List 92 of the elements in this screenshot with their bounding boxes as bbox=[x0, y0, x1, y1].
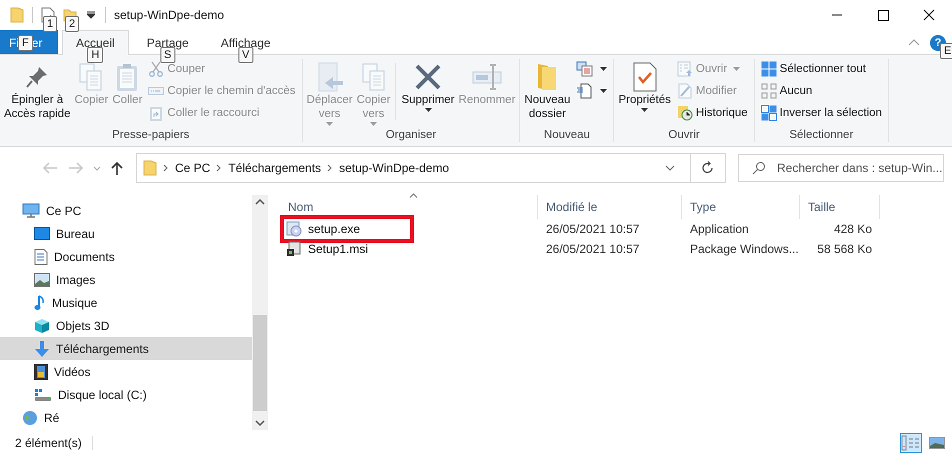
scissors-icon bbox=[148, 61, 164, 77]
search-field[interactable]: Rechercher dans : setup-Win... bbox=[738, 154, 944, 182]
window-title: setup-WinDpe-demo bbox=[114, 8, 224, 22]
checkmark-document-icon bbox=[632, 62, 658, 92]
keytip: 2 bbox=[65, 16, 80, 32]
navigation-item[interactable]: Objets 3D bbox=[0, 314, 252, 337]
documents-icon bbox=[78, 62, 104, 92]
navigation-item[interactable]: Documents bbox=[0, 245, 252, 268]
navigation-item[interactable]: Disque local (C:) bbox=[0, 383, 252, 406]
table-cell-text: 428 Ko bbox=[832, 222, 873, 236]
group-label: Organiser bbox=[384, 128, 438, 142]
keytip: F bbox=[18, 34, 33, 50]
ribbon-button[interactable]: Propriétés bbox=[616, 59, 673, 128]
rename-icon bbox=[470, 63, 503, 91]
breadcrumb[interactable]: setup-WinDpe-demo bbox=[339, 161, 450, 175]
open-icon bbox=[676, 61, 693, 77]
grid-icon bbox=[760, 105, 777, 121]
column-header[interactable]: Nom bbox=[280, 195, 538, 219]
address-bar[interactable]: Ce PC Téléchargements setup-WinDpe-demo bbox=[136, 153, 726, 183]
table-cell-text: Application bbox=[689, 222, 750, 236]
search-icon bbox=[752, 161, 766, 175]
navigation-item[interactable]: Vidéos bbox=[0, 360, 252, 383]
table-cell-text: Package Windows... bbox=[689, 242, 800, 256]
chevron-right-icon bbox=[327, 164, 334, 172]
navigation-item[interactable]: Bureau bbox=[0, 222, 252, 245]
chevron-right-icon bbox=[163, 164, 169, 172]
clipboard-icon bbox=[115, 62, 140, 92]
chevron-down-icon[interactable] bbox=[664, 163, 676, 173]
globe-icon bbox=[22, 410, 38, 426]
delete-icon bbox=[414, 63, 442, 91]
ribbon-button[interactable]: Historique bbox=[674, 103, 750, 123]
package-icon bbox=[286, 241, 302, 257]
installer-icon bbox=[286, 221, 302, 237]
group-label: Ouvrir bbox=[667, 128, 701, 142]
ribbon-button[interactable]: Sélectionner tout bbox=[758, 59, 884, 79]
chevron-right-icon bbox=[216, 164, 222, 172]
document-icon bbox=[34, 248, 48, 264]
folder-icon bbox=[143, 160, 157, 176]
navigation-item[interactable]: Musique bbox=[0, 291, 252, 314]
ribbon-button[interactable]: Nouveau dossier bbox=[522, 59, 572, 128]
download-arrow-icon bbox=[34, 340, 50, 358]
computer-icon bbox=[22, 202, 40, 218]
ribbon-button[interactable]: Supprimer bbox=[399, 59, 457, 128]
ribbon-button[interactable]: Aucun bbox=[758, 81, 884, 101]
dropdown-button[interactable] bbox=[574, 81, 610, 101]
clipboard-shortcut-icon bbox=[148, 105, 164, 121]
desktop-icon bbox=[34, 226, 50, 240]
navigation-item[interactable]: Téléchargements bbox=[0, 337, 252, 360]
grid-icon bbox=[760, 83, 777, 99]
documents-icon bbox=[360, 62, 387, 92]
file-name-cell[interactable]: setup.exe bbox=[280, 215, 414, 243]
refresh-icon[interactable] bbox=[701, 161, 715, 175]
dropdown-button[interactable] bbox=[574, 59, 610, 79]
table-cell-text: 58 568 Ko bbox=[816, 242, 873, 256]
edit-icon bbox=[676, 83, 693, 99]
cube-icon bbox=[34, 318, 50, 334]
folder-icon bbox=[536, 62, 558, 92]
keytip: E bbox=[940, 43, 952, 59]
keytip: H bbox=[87, 47, 104, 63]
navigation-item[interactable]: Ré bbox=[0, 406, 252, 429]
ribbon-button[interactable]: Épingler à Accès rapide bbox=[2, 59, 72, 128]
new-item-icon bbox=[576, 61, 594, 77]
grid-icon bbox=[760, 61, 777, 77]
keytip: S bbox=[160, 47, 176, 63]
details-view-button[interactable] bbox=[900, 432, 922, 452]
column-header[interactable]: Modifié le bbox=[538, 195, 682, 219]
folder-icon bbox=[10, 7, 24, 23]
document-icon bbox=[576, 83, 594, 99]
column-header[interactable]: Type bbox=[682, 195, 800, 219]
column-header[interactable]: Taille bbox=[800, 195, 880, 219]
group-label: Nouveau bbox=[542, 128, 591, 142]
status-text: 2 élément(s) bbox=[14, 436, 82, 450]
keytip: 1 bbox=[43, 16, 58, 32]
collapse-ribbon-icon[interactable] bbox=[908, 38, 920, 46]
scrollbar[interactable] bbox=[252, 195, 268, 430]
ribbon-button[interactable]: Inverser la sélection bbox=[758, 103, 884, 123]
navigation-item[interactable]: Ce PC bbox=[0, 199, 252, 222]
table-cell-text: 26/05/2021 10:57 bbox=[545, 222, 640, 236]
scroll-thumb[interactable] bbox=[253, 315, 267, 411]
group-label: Sélectionner bbox=[788, 128, 854, 142]
breadcrumb[interactable]: Ce PC bbox=[175, 161, 210, 175]
group-label: Presse-papiers bbox=[111, 128, 190, 142]
keytip: V bbox=[238, 47, 254, 63]
music-note-icon bbox=[34, 294, 46, 310]
customize-dropdown-icon[interactable] bbox=[87, 11, 95, 19]
film-icon bbox=[34, 364, 48, 380]
image-icon bbox=[34, 272, 50, 286]
breadcrumb[interactable]: Téléchargements bbox=[228, 161, 322, 175]
navigation-item[interactable]: Images bbox=[0, 268, 252, 291]
drive-icon bbox=[34, 388, 52, 402]
history-icon bbox=[676, 105, 693, 121]
table-cell-text: 26/05/2021 10:57 bbox=[545, 242, 640, 256]
